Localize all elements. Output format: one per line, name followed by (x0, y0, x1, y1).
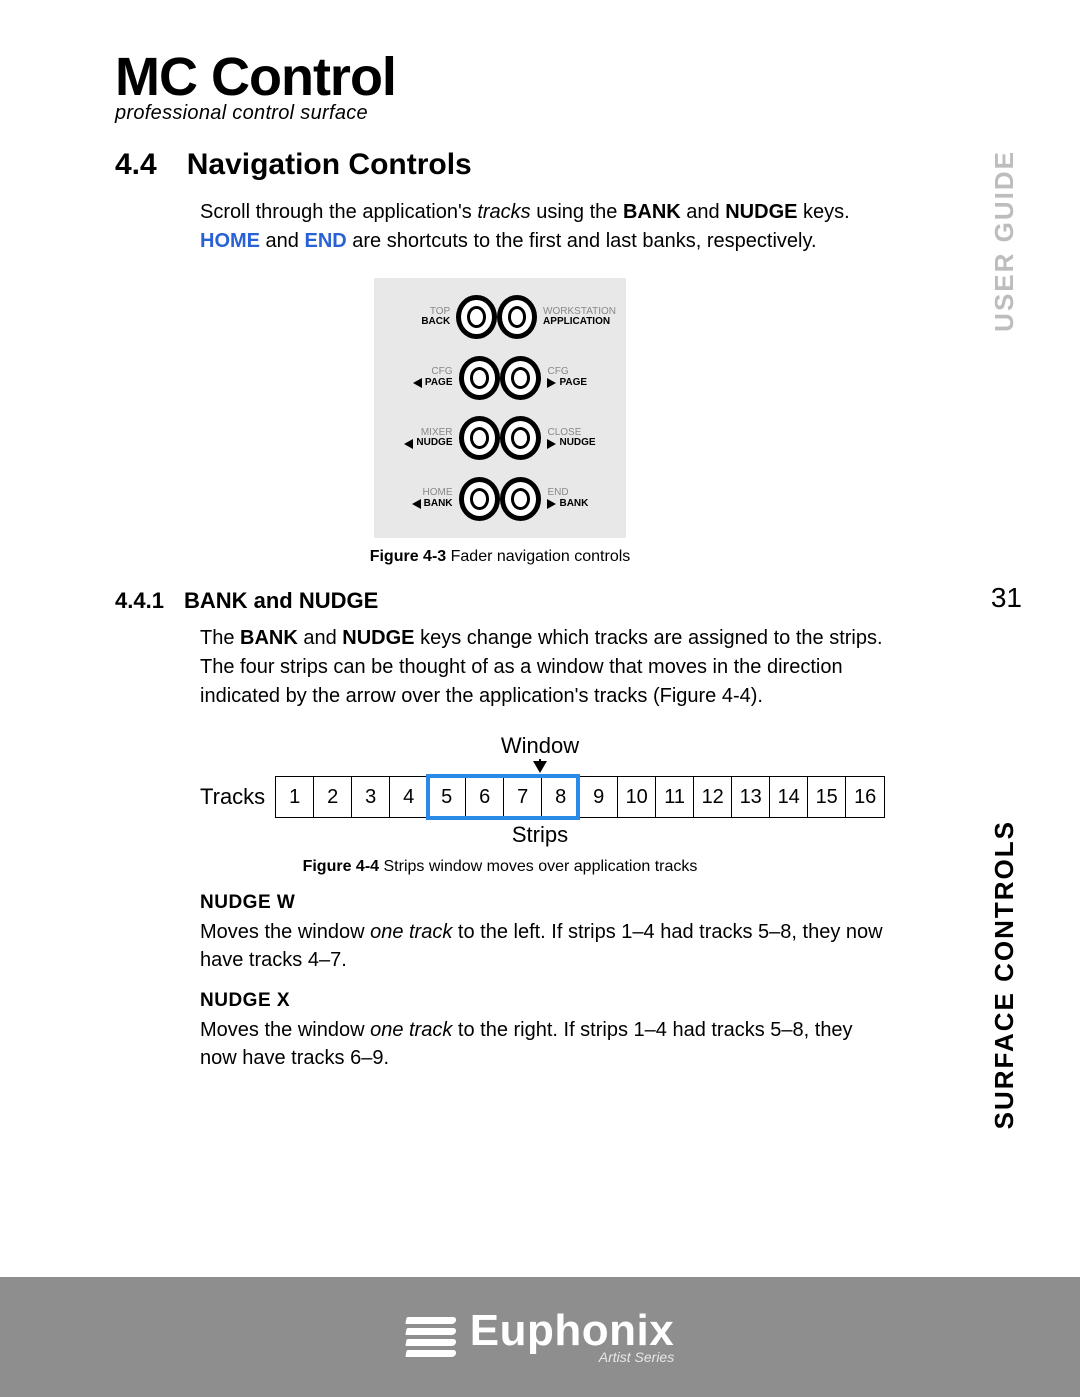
track-cell: 12 (694, 777, 732, 817)
tracks-label: Tracks (200, 784, 275, 810)
section-heading: 4.4 Navigation Controls (115, 148, 885, 182)
figure-4-3-caption: Figure 4-3 Fader navigation controls (115, 548, 885, 566)
arrow-down-icon (533, 761, 547, 773)
knob-panel-diagram: TOPBACK WORKSTATIONAPPLICATION CFGPAGE CFGP… (374, 278, 626, 538)
nudge-left-heading: NUDGE W (200, 892, 885, 914)
track-cell: 13 (732, 777, 770, 817)
figure-4-4-caption: Figure 4-4 Strips window moves over appl… (115, 858, 885, 876)
page-footer: Euphonix Artist Series (0, 1277, 1080, 1397)
knob-icon (500, 416, 541, 460)
track-cell: 16 (846, 777, 884, 817)
footer-brand: Euphonix (470, 1309, 674, 1353)
content-area: 4.4 Navigation Controls Scroll through t… (115, 148, 885, 1072)
knob-icon (459, 477, 500, 521)
knob-label-right: ENDBANK (541, 488, 616, 509)
tracks-boxes: 12345678910111213141516 (275, 776, 885, 818)
track-cell: 9 (580, 777, 618, 817)
knob-icon (459, 416, 500, 460)
subsection-title: BANK and NUDGE (184, 588, 378, 614)
knob-label-right: CLOSENUDGE (541, 428, 616, 449)
knob-icon (456, 295, 496, 339)
knob-label-left: MIXERNUDGE (384, 428, 459, 449)
knob-icon (500, 477, 541, 521)
knob-label-left: CFGPAGE (384, 367, 459, 388)
track-cell: 10 (618, 777, 656, 817)
knob-label-left: TOPBACK (384, 307, 456, 328)
nudge-right-paragraph: Moves the window one track to the right.… (200, 1016, 885, 1072)
product-subtitle: professional control surface (115, 102, 396, 125)
knob-icon (497, 295, 537, 339)
page-header: MC Control professional control surface (115, 50, 396, 125)
knob-icon (459, 356, 500, 400)
window-label: Window (200, 733, 880, 759)
euphonix-logo-icon (406, 1317, 456, 1357)
product-title: MC Control (115, 50, 396, 104)
window-highlight (426, 774, 580, 820)
section-number: 4.4 (115, 148, 157, 182)
page-number: 31 (991, 582, 1022, 614)
track-cell: 14 (770, 777, 808, 817)
track-cell: 2 (314, 777, 352, 817)
subsection-number: 4.4.1 (115, 588, 164, 614)
bank-nudge-paragraph: The BANK and NUDGE keys change which tra… (200, 624, 885, 711)
knob-icon (500, 356, 541, 400)
knob-label-right: WORKSTATIONAPPLICATION (537, 307, 616, 328)
track-cell: 4 (390, 777, 428, 817)
track-cell: 3 (352, 777, 390, 817)
subsection-heading: 4.4.1 BANK and NUDGE (115, 588, 885, 614)
tracks-diagram: Window Tracks 12345678910111213141516 St… (200, 733, 880, 848)
track-cell: 1 (276, 777, 314, 817)
section-title: Navigation Controls (187, 148, 472, 182)
side-label-user-guide: USER GUIDE (989, 150, 1020, 332)
strips-label: Strips (200, 822, 880, 848)
knob-label-right: CFGPAGE (541, 367, 616, 388)
track-cell: 15 (808, 777, 846, 817)
knob-label-left: HOMEBANK (384, 488, 459, 509)
track-cell: 11 (656, 777, 694, 817)
nudge-right-heading: NUDGE X (200, 990, 885, 1012)
nudge-left-paragraph: Moves the window one track to the left. … (200, 918, 885, 974)
side-label-surface-controls: SURFACE CONTROLS (989, 820, 1020, 1129)
intro-paragraph: Scroll through the application's tracks … (200, 198, 885, 256)
